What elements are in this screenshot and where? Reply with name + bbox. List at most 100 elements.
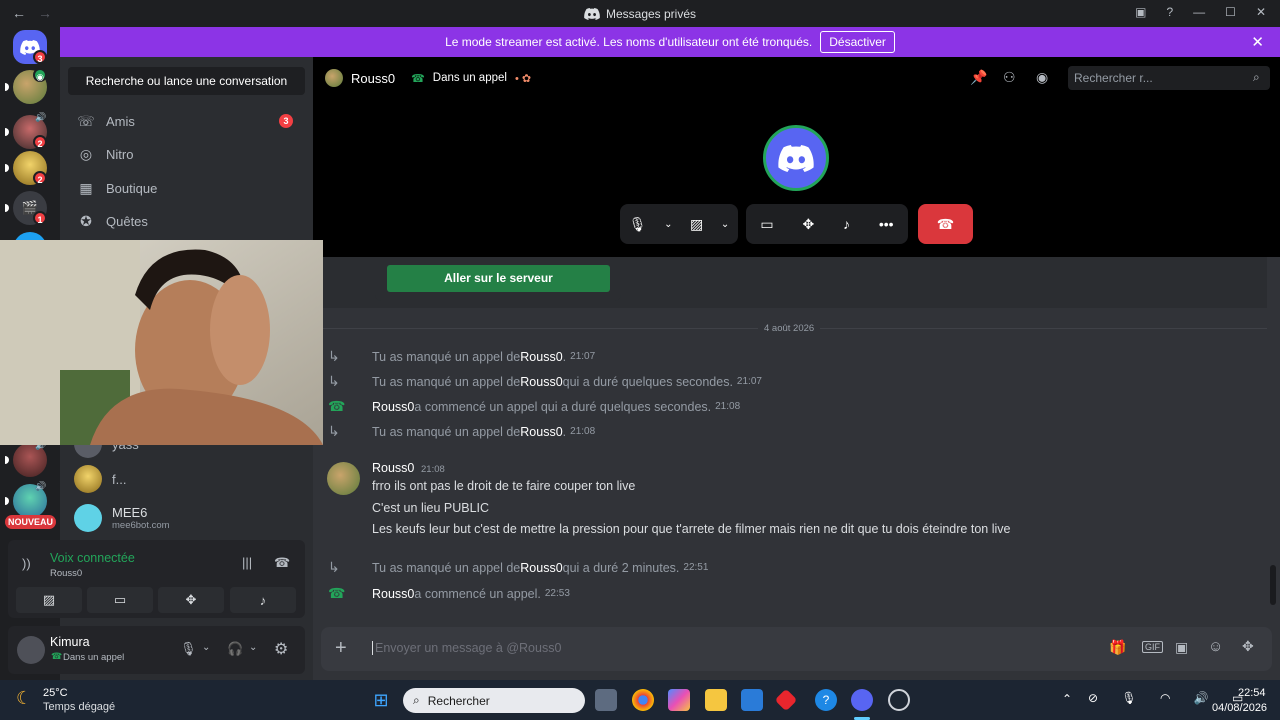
missed-call-icon: ↳ — [328, 559, 340, 575]
activities-icon[interactable]: ✥ — [802, 216, 814, 233]
dm-avatar-rouss0[interactable]: ◉ — [5, 68, 47, 104]
unread-pip — [5, 164, 9, 172]
mention-user[interactable]: Rouss0 — [520, 425, 562, 439]
back-arrow-icon[interactable]: ← — [12, 5, 26, 21]
discord-taskbar-icon[interactable] — [851, 689, 873, 711]
go-to-server-button[interactable]: Aller sur le serveur — [387, 265, 610, 292]
sidebar-item-nitro[interactable]: ◎ Nitro — [68, 138, 305, 170]
store-icon[interactable] — [741, 689, 763, 711]
server-icon-3[interactable]: 2 — [5, 151, 47, 185]
add-friends-to-dm-icon[interactable]: ⚇ — [1003, 69, 1016, 86]
avatar — [74, 465, 102, 493]
new-badge: NOUVEAU — [5, 515, 57, 529]
screen-share-icon: ▭ — [113, 592, 127, 607]
timestamp: 21:08 — [570, 426, 596, 437]
close-window-button[interactable]: ✕ — [1256, 5, 1266, 19]
weather-desc[interactable]: Temps dégagé — [43, 701, 115, 713]
clock-time[interactable]: 22:54 — [1238, 687, 1266, 699]
voice-status[interactable]: Voix connectée — [50, 551, 135, 565]
clock-date[interactable]: 04/08/2026 — [1212, 702, 1267, 714]
system-message-call-started: ☎ Rouss0 a commencé un appel. 22:53 — [328, 585, 570, 601]
message-line: frro ils ont pas le droit de te faire co… — [372, 479, 636, 493]
disconnect-icon[interactable]: ☎ — [274, 555, 290, 571]
recipient-name[interactable]: Rouss0 — [351, 71, 395, 86]
sticker-icon[interactable]: ▣ — [1175, 639, 1188, 656]
minimize-button[interactable]: — — [1193, 5, 1205, 19]
conversation-search-button[interactable]: Recherche ou lance une conversation — [68, 67, 305, 95]
search-input[interactable]: Rechercher r... — [1068, 66, 1270, 90]
server-icon-4[interactable]: 🎬 1 — [5, 191, 47, 225]
call-activity-controls: ▭ ✥ ♪ ••• — [746, 204, 908, 244]
screen-share-button[interactable]: ▭ — [87, 587, 153, 613]
chrome-icon[interactable] — [632, 689, 654, 711]
mention-user[interactable]: Rouss0 — [520, 350, 562, 364]
microphone-icon[interactable]: 🎙 — [180, 641, 197, 657]
obs-icon[interactable] — [888, 689, 910, 711]
close-icon[interactable]: ✕ — [1251, 33, 1264, 51]
soundboard-button[interactable]: ♪ — [230, 587, 296, 613]
emoji-icon[interactable]: ☺ — [1208, 638, 1223, 655]
help-icon[interactable]: ? — [1166, 5, 1173, 19]
start-icon[interactable]: ⊞ — [370, 689, 392, 711]
weather-icon[interactable]: ☾ — [16, 688, 32, 709]
avatar[interactable] — [325, 69, 343, 87]
user-profile-icon[interactable]: ◉ — [1036, 69, 1048, 86]
username[interactable]: Kimura — [50, 635, 90, 649]
taskbar-search[interactable]: ⌕ Rechercher — [403, 688, 585, 713]
pinned-messages-icon[interactable]: 📌 — [970, 69, 987, 86]
call-participant-avatar[interactable] — [763, 125, 829, 191]
server-icon-7[interactable]: 🔊 — [5, 481, 47, 518]
chevron-down-icon[interactable]: ⌄ — [202, 642, 210, 653]
discord-logo-icon — [584, 7, 600, 20]
chevron-down-icon[interactable]: ⌄ — [721, 219, 729, 230]
maximize-button[interactable]: ☐ — [1225, 5, 1236, 19]
hang-up-button[interactable]: ☎ — [918, 204, 973, 244]
server-icon-2[interactable]: 🔊 2 — [5, 112, 47, 149]
deactivate-button[interactable]: Désactiver — [820, 31, 895, 53]
camera-off-icon[interactable]: ▨ — [690, 216, 703, 233]
sidebar-item-friends[interactable]: ☏ Amis 3 — [68, 105, 305, 137]
mention-user[interactable]: Rouss0 — [520, 375, 562, 389]
dm-item-mee6[interactable]: MEE6 mee6bot.com — [68, 501, 305, 535]
home-dm-button[interactable]: 3 — [13, 30, 47, 64]
search-icon[interactable]: ⌕ — [1253, 70, 1260, 85]
noise-suppression-icon[interactable]: ||| — [242, 555, 252, 570]
camera-toggle-button[interactable]: ▨ — [16, 587, 82, 613]
more-options-icon[interactable]: ••• — [879, 216, 894, 232]
avatar[interactable] — [17, 636, 45, 664]
weather-temp[interactable]: 25°C — [43, 687, 68, 699]
file-explorer-icon[interactable] — [705, 689, 727, 711]
screen-share-icon[interactable]: ▭ — [760, 216, 773, 233]
mention-user[interactable]: Rouss0 — [372, 400, 414, 414]
sidebar-item-quests[interactable]: ✪ Quêtes — [68, 205, 305, 237]
task-view-icon[interactable] — [595, 689, 617, 711]
copilot-icon[interactable] — [668, 689, 690, 711]
voice-channel[interactable]: Rouss0 — [50, 568, 82, 579]
chevron-down-icon[interactable]: ⌄ — [664, 219, 672, 230]
activities-button[interactable]: ✥ — [158, 587, 224, 613]
avatar[interactable] — [327, 462, 360, 495]
inbox-icon[interactable]: ▣ — [1135, 5, 1146, 19]
tray-chevron-icon[interactable]: ⌃ — [1062, 692, 1072, 706]
gif-icon[interactable]: GIF — [1142, 641, 1163, 653]
app-icon-red[interactable] — [774, 688, 798, 712]
soundboard-icon[interactable]: ♪ — [843, 216, 850, 232]
dm-item-f[interactable]: f... — [68, 462, 305, 496]
mention-user[interactable]: Rouss0 — [520, 561, 562, 575]
chevron-down-icon[interactable]: ⌄ — [249, 642, 257, 653]
forward-arrow-icon[interactable]: → — [38, 5, 52, 21]
message-input[interactable]: Envoyer un message à @Rouss0 — [372, 641, 561, 655]
apps-icon[interactable]: ✥ — [1242, 638, 1254, 655]
mention-user[interactable]: Rouss0 — [372, 587, 414, 601]
microphone-icon[interactable]: 🎙 — [629, 216, 647, 233]
sidebar-item-shop[interactable]: ▦ Boutique — [68, 172, 305, 204]
gift-icon[interactable]: 🎁 — [1109, 639, 1126, 656]
help-app-icon[interactable]: ? — [815, 689, 837, 711]
server-icon-6[interactable]: 🔊 — [5, 440, 47, 477]
notification-badge: 2 — [33, 135, 47, 149]
chat-scrollbar[interactable] — [1270, 565, 1276, 605]
message-author[interactable]: Rouss0 — [372, 461, 414, 475]
add-attachment-icon[interactable]: + — [335, 637, 347, 660]
headphones-icon[interactable]: 🎧 — [227, 641, 243, 657]
settings-gear-icon[interactable]: ⚙ — [274, 639, 288, 659]
